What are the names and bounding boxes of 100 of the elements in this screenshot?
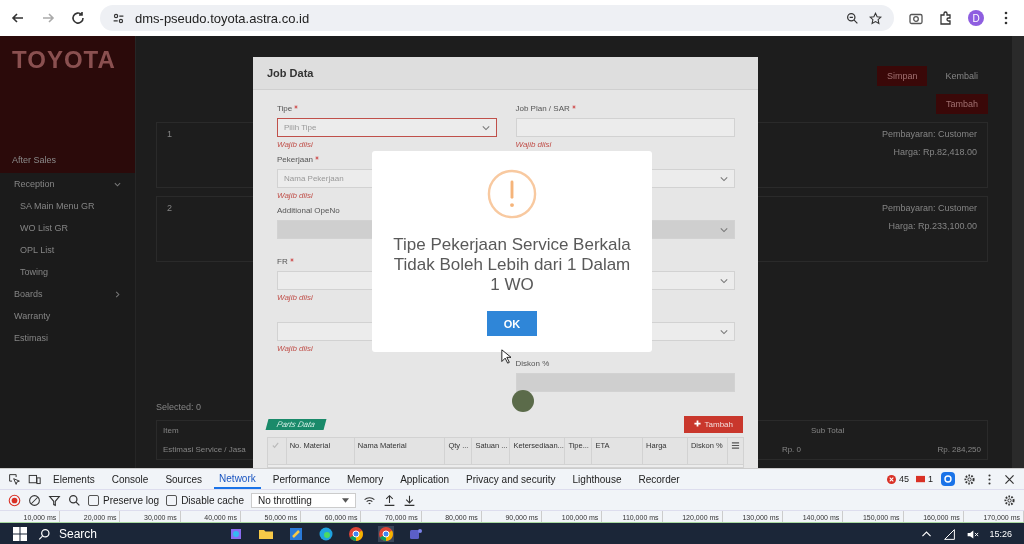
assistant-icon[interactable] [940,471,956,487]
windows-icon[interactable] [12,526,28,542]
error-text: Wajib diisi [515,140,552,149]
checkbox[interactable] [88,494,99,506]
ok-button[interactable]: OK [487,311,537,336]
chrome-icon[interactable] [378,526,394,542]
sidebar-item[interactable]: Boards [0,283,135,305]
save-button[interactable]: Simpan [876,66,928,86]
checkbox-label: Disable cache [181,494,244,506]
error-text: Wajib diisi [277,191,313,200]
add-button[interactable]: Tambah [683,416,743,433]
sidebar-subitem[interactable]: OPL List [0,239,135,261]
dropdown-arrow-icon [341,497,349,503]
browser-icon[interactable] [318,526,334,542]
checkbox[interactable] [166,494,178,506]
section-tag: Parts Data [265,419,327,430]
taskbar-search[interactable]: Search [38,527,208,541]
address-bar[interactable]: dms-pseudo.toyota.astra.co.id [100,5,894,31]
reload-icon[interactable] [70,10,86,26]
error-text: Wajib diisi [277,344,313,353]
throttling-dropdown[interactable]: No throttling [250,492,356,508]
plus-icon [693,420,701,427]
star-icon[interactable] [869,11,882,25]
app-icon[interactable] [228,526,244,542]
upload-icon[interactable] [382,493,396,507]
menu-icon[interactable] [731,441,740,450]
price-text: Harga: Rp.233,100.00 [888,221,977,231]
site-settings-icon[interactable] [112,11,125,25]
back-button[interactable]: Kembali [935,66,988,86]
field-label: Diskon % [515,359,550,368]
field-label: FR [277,257,288,266]
devtools-tab[interactable]: Elements [48,470,100,488]
field-label: Job Plan / SAR [515,104,570,113]
devtools-tab[interactable]: Recorder [633,470,685,488]
checkbox-label: Preserve log [103,494,160,506]
settings-icon[interactable] [963,472,976,486]
sidebar-item-label: Warranty [14,311,52,321]
issue-count[interactable]: 1 [928,474,933,484]
check-icon[interactable] [271,441,280,450]
input-field[interactable] [515,118,735,137]
payment-text: Pembayaran: Customer [881,129,977,139]
sidebar-item-label: Estimasi [14,333,49,343]
checkbox-option[interactable]: Preserve log [88,494,160,506]
sidebar-subitem[interactable]: SA Main Menu GR [0,195,135,217]
profile-avatar[interactable]: D [968,10,984,26]
chevron-icon [481,124,490,131]
extensions-icon[interactable] [938,10,954,26]
table-cell: Rp. 0 [781,445,801,454]
chevron-icon [720,175,728,182]
filter-icon[interactable] [48,493,61,507]
sidebar-section-title[interactable]: After Sales [0,151,135,173]
logo-text: TOYOTA [12,46,116,75]
clear-icon[interactable] [28,493,41,507]
device-icon[interactable] [28,472,41,486]
app-icon[interactable] [288,526,304,542]
chrome-icon[interactable] [348,526,364,542]
devtools-tab[interactable]: Sources [160,470,208,488]
sidebar-subitem[interactable]: Towing [0,261,135,283]
checkbox-option[interactable]: Disable cache [166,494,244,506]
chevron-icon [720,226,728,233]
error-count[interactable]: 45 [898,474,909,484]
devtools-tab[interactable]: Console [106,470,154,488]
field-label: Pekerjaan [277,155,314,164]
devtools-tab[interactable]: Lighthouse [567,470,627,488]
search-icon [38,527,51,541]
sidebar-item-label: Boards [14,289,44,299]
devtools-tab[interactable]: Performance [267,470,335,488]
inspect-icon[interactable] [8,472,21,486]
selected-count: Selected: 0 [156,402,203,412]
chevron-icon [720,328,728,335]
teams-icon[interactable] [408,526,424,542]
close-icon[interactable] [1003,472,1016,486]
devtools-tab[interactable]: Network [214,469,261,489]
sidebar-item[interactable]: Estimasi [0,327,135,349]
error-icon [886,474,896,484]
table-cell: Estimasi Service / Jasa [163,445,246,454]
devtools-tab[interactable]: Application [395,470,455,488]
sidebar-item[interactable]: Warranty [0,305,135,327]
devtools-tab[interactable]: Privacy and security [461,470,561,488]
devtools-tab[interactable]: Memory [342,470,389,488]
url-text: dms-pseudo.toyota.astra.co.id [135,10,310,26]
field-label: Additional OpeNo [277,206,340,215]
scrollbar[interactable] [1012,36,1024,468]
dialog-title: Job Data [253,57,758,90]
chevron-icon [720,277,728,284]
zoom-icon[interactable] [846,11,859,25]
add-button[interactable]: Tambah [935,94,988,114]
job-number: 2 [167,203,172,215]
sidebar-item[interactable]: Reception [0,173,135,195]
search-icon[interactable] [68,493,81,507]
job-number: 1 [167,129,172,141]
sidebar-subitem[interactable]: WO List GR [0,217,135,239]
warning-icon [487,169,537,219]
settings-icon[interactable] [1003,493,1016,507]
clock-text[interactable]: 15:26 [989,529,1012,539]
record-icon[interactable] [8,493,21,507]
error-text: Wajib diisi [277,293,313,302]
error-text: Wajib diisi [277,140,313,149]
price-text: Harga: Rp.82,418.00 [893,147,977,157]
download-icon[interactable] [402,493,416,507]
